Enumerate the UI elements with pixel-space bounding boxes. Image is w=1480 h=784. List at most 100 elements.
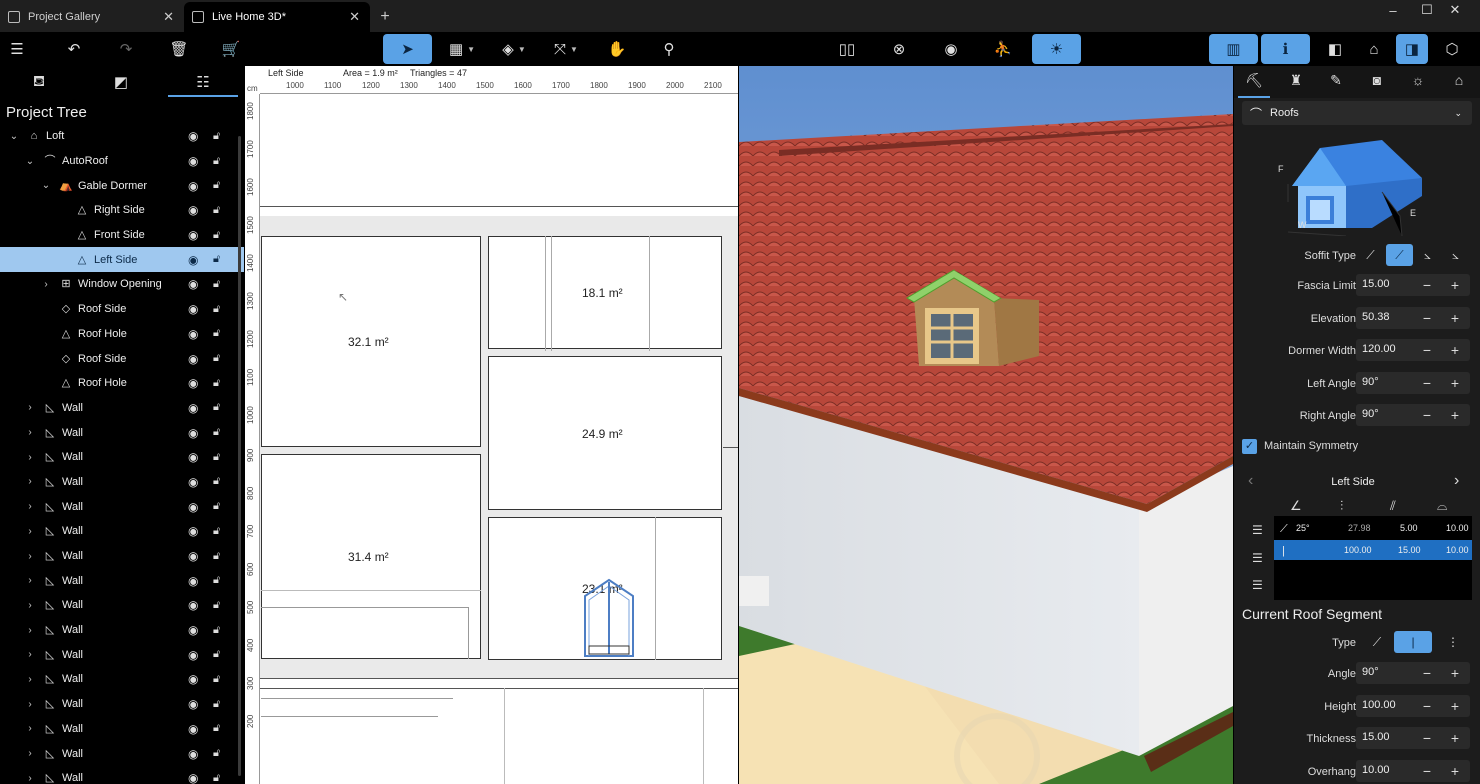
visibility-eye-icon[interactable]: ◉: [188, 722, 198, 736]
unlock-icon[interactable]: 🔓︎: [213, 327, 220, 340]
tree-scrollbar[interactable]: [238, 136, 241, 776]
library-icon[interactable]: ▥: [1209, 34, 1258, 64]
increment-button[interactable]: +: [1444, 404, 1466, 426]
chevron-right-icon[interactable]: ›: [24, 452, 36, 463]
unlock-icon[interactable]: 🔓︎: [213, 722, 220, 735]
chevron-right-icon[interactable]: ›: [24, 551, 36, 562]
chevron-right-icon[interactable]: ›: [24, 501, 36, 512]
decrement-button[interactable]: −: [1416, 274, 1438, 296]
visibility-eye-icon[interactable]: ◉: [188, 327, 198, 341]
add-segment-icon[interactable]: ☰: [1252, 523, 1263, 537]
visibility-eye-icon[interactable]: ◉: [188, 401, 198, 415]
type-sloped-icon[interactable]: ⟋: [1362, 631, 1392, 653]
unlock-icon[interactable]: 🔓︎: [213, 352, 220, 365]
unlock-icon[interactable]: 🔓︎: [213, 253, 220, 266]
chevron-right-icon[interactable]: ›: [24, 773, 36, 784]
close-window-button[interactable]: ✕: [1432, 0, 1478, 20]
unlock-icon[interactable]: 🔓︎: [213, 747, 220, 760]
unlock-icon[interactable]: 🔓︎: [213, 278, 220, 291]
visibility-eye-icon[interactable]: ◉: [188, 426, 198, 440]
increment-button[interactable]: +: [1444, 339, 1466, 361]
redo-icon[interactable]: ↷: [112, 34, 140, 64]
visibility-eye-icon[interactable]: ◉: [188, 228, 198, 242]
visibility-eye-icon[interactable]: ◉: [188, 747, 198, 761]
type-vertical-icon[interactable]: |: [1394, 631, 1432, 653]
roof-props-tab-icon[interactable]: ⛏: [1238, 72, 1270, 98]
tree-row[interactable]: › ◺ Wall ◉ 🔓︎: [0, 717, 244, 742]
unlock-icon[interactable]: 🔓︎: [213, 130, 220, 143]
tree-row[interactable]: › ◺ Wall ◉ 🔓︎: [0, 544, 244, 569]
wall-tool-icon[interactable]: ▦ ▼: [444, 34, 480, 64]
increment-button[interactable]: +: [1444, 760, 1466, 782]
tree-row[interactable]: › ◺ Wall ◉ 🔓︎: [0, 642, 244, 667]
tree-row[interactable]: △ Roof Hole ◉ 🔓︎: [0, 322, 244, 347]
tree-row[interactable]: › ◺ Wall ◉ 🔓︎: [0, 692, 244, 717]
cart-icon[interactable]: 🛒: [218, 34, 244, 64]
increment-button[interactable]: +: [1444, 307, 1466, 329]
hide-icon[interactable]: ⊗: [886, 34, 912, 64]
unlock-icon[interactable]: 🔓︎: [213, 500, 220, 513]
chevron-down-icon[interactable]: ⌄: [8, 131, 20, 142]
insert-segment-icon[interactable]: ☰: [1252, 551, 1263, 565]
materials-tab-icon[interactable]: ◩: [86, 66, 156, 98]
visibility-eye-icon[interactable]: ◉: [188, 475, 198, 489]
decrement-button[interactable]: −: [1416, 404, 1438, 426]
increment-button[interactable]: +: [1444, 695, 1466, 717]
visibility-eye-icon[interactable]: ◉: [188, 302, 198, 316]
tree-row[interactable]: › ◺ Wall ◉ 🔓︎: [0, 741, 244, 766]
unlock-icon[interactable]: 🔓︎: [213, 426, 220, 439]
dimension-tool-icon[interactable]: ⤧ ▼: [548, 34, 584, 64]
unlock-icon[interactable]: 🔓︎: [213, 204, 220, 217]
new-tab-button[interactable]: +: [370, 2, 400, 32]
visibility-eye-icon[interactable]: ◉: [188, 154, 198, 168]
furniture-tab-icon[interactable]: ⛾: [4, 66, 74, 98]
walk-icon[interactable]: ⛹: [990, 34, 1016, 64]
type-dotted-icon[interactable]: ⋮: [1438, 631, 1468, 653]
room[interactable]: 24.9 m²: [488, 356, 722, 510]
chevron-right-icon[interactable]: ›: [24, 674, 36, 685]
pan-hand-icon[interactable]: ✋: [604, 34, 630, 64]
visibility-eye-icon[interactable]: ◉: [188, 697, 198, 711]
unlock-icon[interactable]: 🔓︎: [213, 698, 220, 711]
soffit-type-1-icon[interactable]: ⟋: [1357, 244, 1384, 266]
visibility-eye-icon[interactable]: ◉: [188, 203, 198, 217]
chevron-down-icon[interactable]: ⌄: [40, 180, 52, 191]
visibility-eye-icon[interactable]: ◉: [188, 352, 198, 366]
tree-row[interactable]: › ◺ Wall ◉ 🔓︎: [0, 494, 244, 519]
building-tab-icon[interactable]: ⌂: [1447, 72, 1471, 92]
3d-view-icon[interactable]: ⬡: [1439, 34, 1465, 64]
close-tab-icon[interactable]: ✕: [349, 9, 360, 25]
undo-icon[interactable]: ↶: [60, 34, 88, 64]
tree-row[interactable]: ◇ Roof Side ◉ 🔓︎: [0, 297, 244, 322]
visibility-eye-icon[interactable]: ◉: [188, 277, 198, 291]
search-icon[interactable]: ⚲: [656, 34, 682, 64]
visibility-eye-icon[interactable]: ◉: [188, 500, 198, 514]
tree-row[interactable]: › ◺ Wall ◉ 🔓︎: [0, 470, 244, 495]
decrement-button[interactable]: −: [1416, 760, 1438, 782]
chevron-right-icon[interactable]: ›: [24, 699, 36, 710]
visibility-eye-icon[interactable]: ◉: [188, 129, 198, 143]
tree-row[interactable]: › ◺ Wall ◉ 🔓︎: [0, 593, 244, 618]
unlock-icon[interactable]: 🔓︎: [213, 179, 220, 192]
decrement-button[interactable]: −: [1416, 695, 1438, 717]
chevron-right-icon[interactable]: ›: [24, 748, 36, 759]
plan-view[interactable]: Left Side Area = 1.9 m² Triangles = 47 c…: [245, 66, 738, 784]
visibility-eye-icon[interactable]: ◉: [188, 450, 198, 464]
increment-button[interactable]: +: [1444, 727, 1466, 749]
tree-row[interactable]: › ◺ Wall ◉ 🔓︎: [0, 519, 244, 544]
increment-button[interactable]: +: [1444, 274, 1466, 296]
unlock-icon[interactable]: 🔓︎: [213, 772, 220, 784]
eye-icon[interactable]: ◉: [938, 34, 964, 64]
split-view-icon[interactable]: ◨: [1396, 34, 1428, 64]
unlock-icon[interactable]: 🔓︎: [213, 401, 220, 414]
visibility-eye-icon[interactable]: ◉: [188, 549, 198, 563]
3d-view[interactable]: [739, 66, 1233, 784]
room[interactable]: 18.1 m²: [488, 236, 722, 349]
chevron-right-icon[interactable]: ›: [24, 649, 36, 660]
decrement-button[interactable]: −: [1416, 662, 1438, 684]
unlock-icon[interactable]: 🔓︎: [213, 303, 220, 316]
visibility-eye-icon[interactable]: ◉: [188, 376, 198, 390]
visibility-eye-icon[interactable]: ◉: [188, 253, 198, 267]
soffit-type-2-icon[interactable]: ⟋: [1386, 244, 1413, 266]
home-icon[interactable]: ⌂: [1361, 34, 1387, 64]
